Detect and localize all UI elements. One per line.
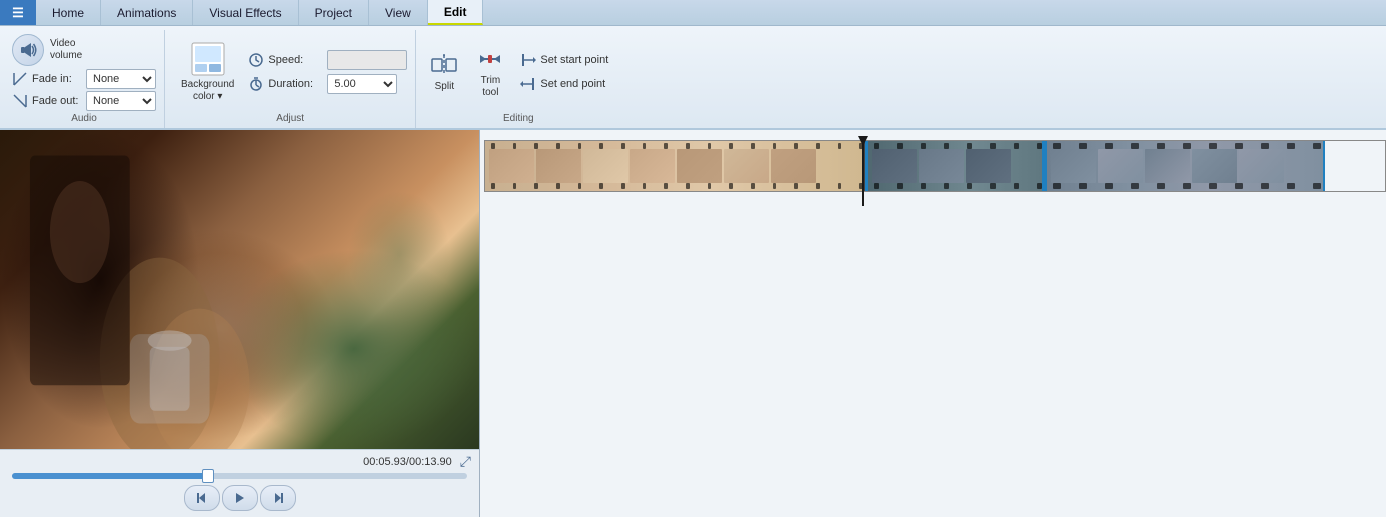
progress-bar[interactable]: [12, 473, 467, 479]
duration-select[interactable]: 5.003.007.0010.00: [327, 74, 397, 94]
speed-icon: [248, 52, 264, 68]
trim-icon: [476, 45, 504, 73]
split-label: Split: [435, 81, 454, 92]
fade-in-label: Fade in:: [32, 73, 82, 85]
current-time: 00:05.93: [363, 456, 406, 468]
prev-frame-button[interactable]: [184, 485, 220, 511]
film-holes-bottom-3: [1047, 183, 1323, 189]
video-preview-panel: 00:05.93/00:13.90 ⤢: [0, 130, 480, 517]
fade-out-select[interactable]: NoneSlowMediumFast: [86, 91, 156, 111]
menu-icon: ☰: [12, 5, 24, 21]
film-segment-1[interactable]: [485, 141, 865, 191]
tab-project-label: Project: [315, 6, 352, 20]
tab-home-label: Home: [52, 6, 84, 20]
prev-frame-icon: [195, 491, 209, 505]
speed-row: Speed:: [248, 50, 407, 70]
tab-view[interactable]: View: [369, 0, 428, 25]
trim-tool-button[interactable]: Trimtool: [470, 41, 510, 103]
fade-in-icon: [12, 71, 28, 87]
film-strip: [484, 140, 1386, 192]
tab-project[interactable]: Project: [299, 0, 369, 25]
fade-out-label: Fade out:: [32, 95, 82, 107]
editing-ribbon-group: Split Trimtool: [416, 30, 620, 128]
next-frame-button[interactable]: [260, 485, 296, 511]
video-frame-inner: [0, 130, 479, 449]
film-holes-bottom-1: [485, 183, 863, 189]
speed-label: Speed:: [268, 54, 323, 66]
adjust-ribbon-group: Backgroundcolor ▾ Speed:: [165, 30, 416, 128]
expand-button[interactable]: ⤢: [460, 453, 471, 470]
split-icon: [430, 51, 458, 79]
set-start-point-button[interactable]: Set start point: [516, 50, 612, 70]
timeline-area: [480, 130, 1386, 517]
fade-in-row: Fade in: NoneSlowMediumFast: [12, 69, 156, 89]
audio-group-label: Audio: [12, 111, 156, 126]
trim-tool-label: Trimtool: [481, 75, 501, 99]
fade-out-row: Fade out: NoneSlowMediumFast: [12, 91, 156, 111]
duration-label: Duration:: [268, 78, 323, 90]
video-volume-label: Videovolume: [50, 38, 82, 62]
film-holes-top-1: [485, 143, 863, 149]
playback-controls: [4, 481, 475, 515]
adjust-group-label: Adjust: [173, 111, 407, 126]
film-holes-bottom-2: [868, 183, 1042, 189]
tab-view-label: View: [385, 6, 411, 20]
split-button[interactable]: Split: [424, 47, 464, 96]
set-end-icon: [520, 76, 536, 92]
audio-ribbon-group: Videovolume Fade in: NoneSlowMediumFast …: [4, 30, 165, 128]
tab-visual-effects-label: Visual Effects: [209, 6, 281, 20]
play-button[interactable]: [222, 485, 258, 511]
video-frame: [0, 130, 479, 449]
film-segment-3[interactable]: [1045, 141, 1325, 191]
menu-button[interactable]: ☰: [0, 0, 36, 25]
background-color-label: Backgroundcolor ▾: [181, 79, 234, 103]
film-segment-2[interactable]: [865, 141, 1045, 191]
progress-thumb[interactable]: [202, 469, 214, 483]
set-start-label: Set start point: [540, 54, 608, 66]
tab-visual-effects[interactable]: Visual Effects: [193, 0, 298, 25]
video-volume-button[interactable]: [12, 34, 44, 66]
duration-row: Duration: 5.003.007.0010.00: [248, 74, 407, 94]
video-content-svg: [0, 130, 479, 449]
duration-icon: [248, 76, 264, 92]
progress-fill: [12, 473, 208, 479]
film-holes-top-3: [1047, 143, 1323, 149]
play-icon: [233, 491, 247, 505]
audio-controls: Videovolume Fade in: NoneSlowMediumFast …: [12, 32, 156, 111]
tab-animations-label: Animations: [117, 6, 176, 20]
film-holes-top-2: [868, 143, 1042, 149]
set-end-label: Set end point: [540, 78, 605, 90]
video-controls-bar: 00:05.93/00:13.90 ⤢: [0, 449, 479, 517]
set-start-icon: [520, 52, 536, 68]
next-frame-icon: [271, 491, 285, 505]
playhead[interactable]: [862, 136, 864, 206]
tab-bar: ☰ Home Animations Visual Effects Project…: [0, 0, 1386, 26]
tab-edit-label: Edit: [444, 5, 467, 19]
tab-animations[interactable]: Animations: [101, 0, 193, 25]
time-display: 00:05.93/00:13.90: [363, 454, 460, 470]
tab-edit[interactable]: Edit: [428, 0, 484, 25]
speed-input[interactable]: [327, 50, 407, 70]
ribbon: Videovolume Fade in: NoneSlowMediumFast …: [0, 26, 1386, 130]
background-color-button[interactable]: Backgroundcolor ▾: [173, 37, 242, 107]
tab-home[interactable]: Home: [36, 0, 101, 25]
background-color-swatch: [190, 41, 226, 77]
fade-out-icon: [12, 93, 28, 109]
set-points-group: Set start point Set end point: [516, 50, 612, 94]
main-area: 00:05.93/00:13.90 ⤢: [0, 130, 1386, 517]
background-color-icon: [190, 41, 226, 77]
total-time: 00:13.90: [409, 456, 452, 468]
progress-bar-container: [4, 471, 475, 481]
volume-icon: [18, 40, 38, 60]
set-end-point-button[interactable]: Set end point: [516, 74, 612, 94]
fade-in-select[interactable]: NoneSlowMediumFast: [86, 69, 156, 89]
editing-group-label: Editing: [424, 111, 612, 126]
